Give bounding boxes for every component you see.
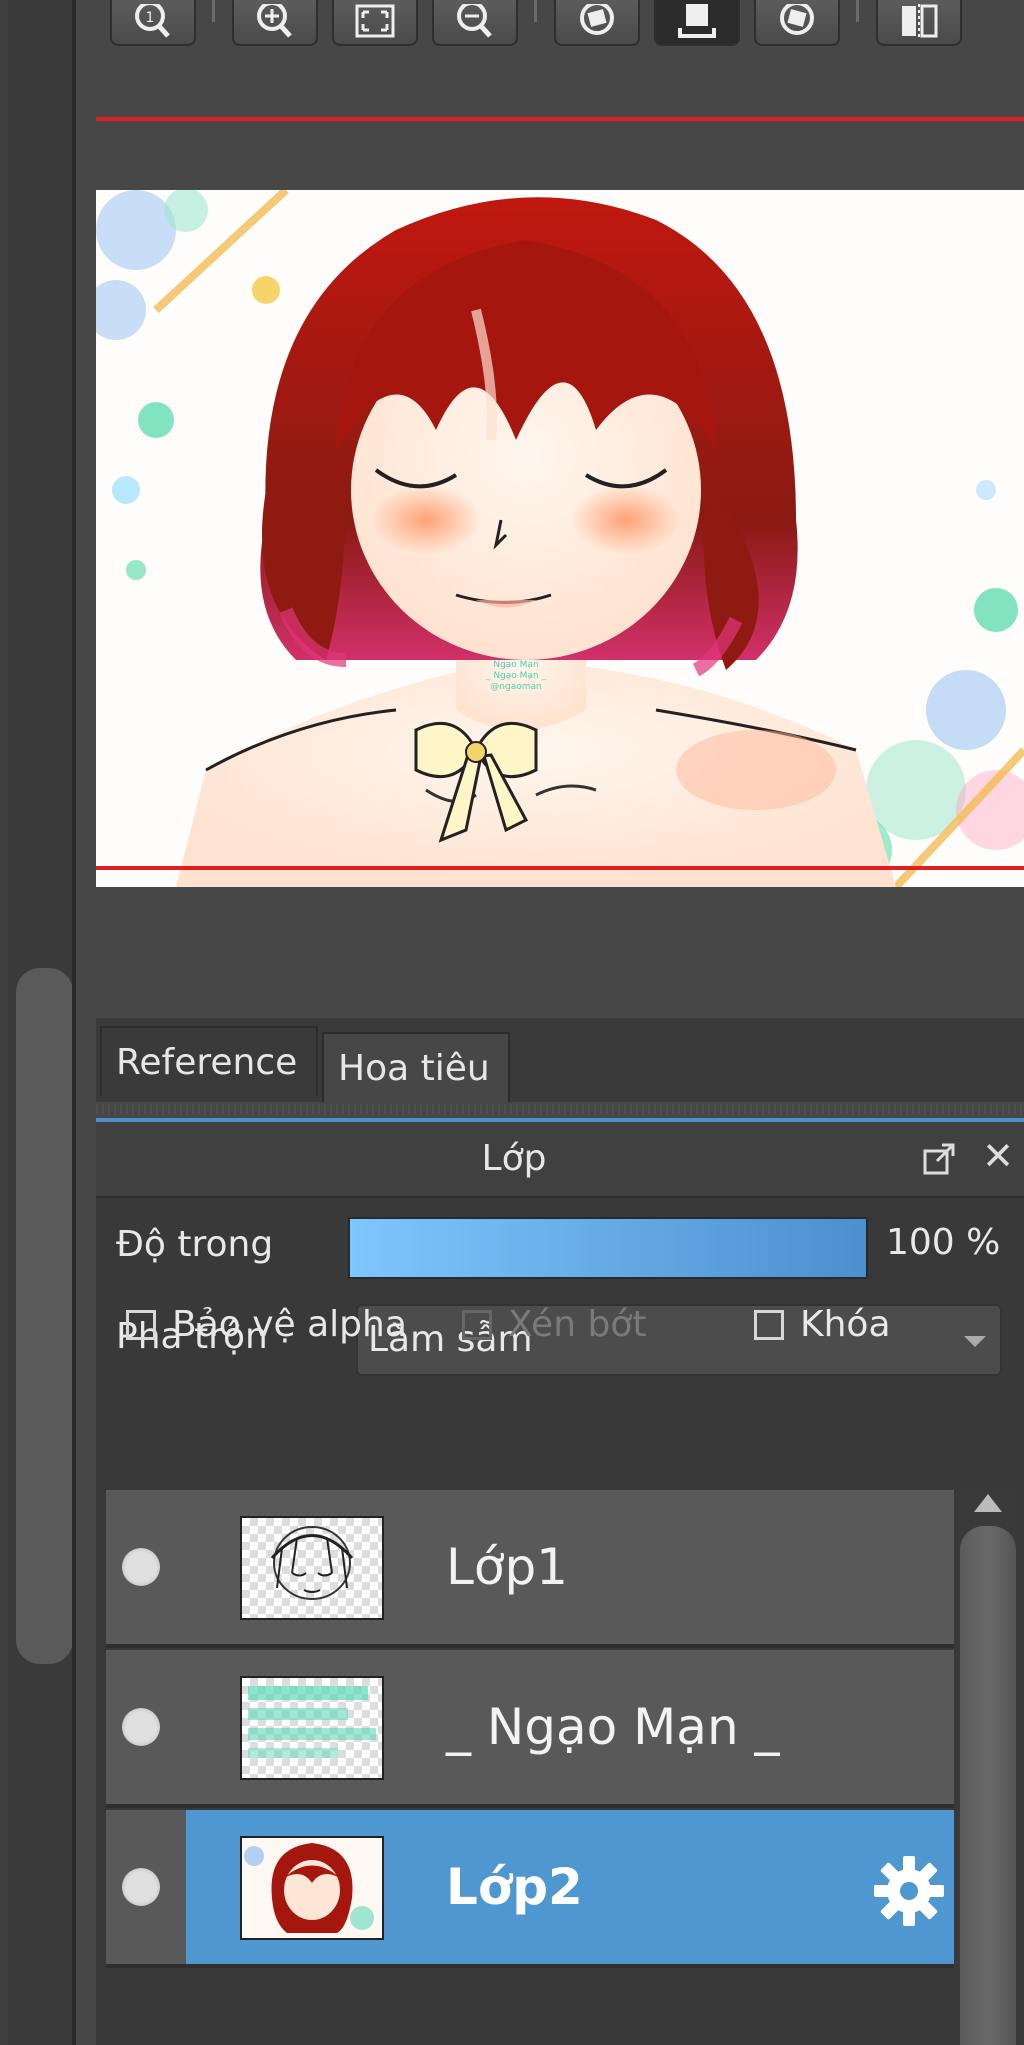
opacity-slider[interactable]: [348, 1217, 868, 1279]
tab-navigator[interactable]: Hoa tiêu: [322, 1032, 510, 1102]
zoom-in-button[interactable]: [232, 0, 318, 46]
flip-horizontal-icon: [902, 4, 938, 40]
visibility-icon[interactable]: [122, 1708, 160, 1746]
blend-mode-select[interactable]: Làm sẫm: [356, 1304, 1002, 1376]
artwork-image: [96, 190, 1024, 887]
toolbar-separator: [856, 0, 859, 22]
rotate-right-icon: [780, 4, 814, 35]
layer-row-selected[interactable]: Lớp2: [106, 1810, 954, 1968]
toolbar-separator: [534, 0, 537, 22]
close-icon[interactable]: ✕: [978, 1136, 1018, 1176]
layer-name: _ Ngạo Mạn _: [446, 1698, 780, 1756]
layer-row[interactable]: Lớp1: [106, 1490, 954, 1648]
layer-panel-title: Lớp: [481, 1138, 547, 1179]
layer-panel-header: Lớp ✕: [96, 1122, 1024, 1198]
checkbox-box[interactable]: [754, 1309, 784, 1340]
rotate-left-button[interactable]: [554, 0, 640, 46]
chevron-down-icon: [964, 1336, 986, 1347]
opacity-value: 100 %: [886, 1222, 1001, 1263]
layer-thumbnail: [240, 1676, 384, 1780]
scroll-up-icon[interactable]: [974, 1494, 1002, 1512]
flip-horizontal-button[interactable]: [876, 0, 962, 46]
zoom-out-button[interactable]: [432, 0, 518, 46]
zoom-actual-button[interactable]: 1: [110, 0, 196, 46]
layer-list-scrollbar[interactable]: [958, 1490, 1018, 2045]
toolbar-separator: [212, 0, 215, 22]
guide-line-top: [96, 117, 1024, 121]
guide-line-bottom: [96, 866, 1024, 870]
clip-checkbox: Xén bớt: [462, 1304, 646, 1345]
rotate-right-button[interactable]: [754, 0, 840, 46]
gear-icon[interactable]: [872, 1854, 946, 1928]
alpha-protect-checkbox[interactable]: Bảo vệ alpha: [126, 1304, 407, 1345]
svg-text:1: 1: [146, 10, 155, 26]
drawing-canvas[interactable]: Ngạo Mạn _ Ngạo Mạn _ @ngaoman: [96, 190, 1024, 887]
checkbox-label: Khóa: [800, 1304, 891, 1345]
zoom-out-icon: [457, 4, 492, 38]
opacity-label: Độ trong: [116, 1224, 274, 1265]
layer-row[interactable]: _ Ngạo Mạn _: [106, 1650, 954, 1808]
rotate-left-icon: [580, 4, 614, 35]
checkbox-box[interactable]: [126, 1309, 156, 1340]
scrollbar-thumb[interactable]: [960, 1526, 1016, 2045]
fit-screen-button[interactable]: [332, 0, 418, 46]
reset-rotation-icon: [678, 4, 716, 38]
watermark-text: Ngạo Mạn _ Ngạo Mạn _ @ngaoman: [485, 660, 547, 692]
fit-screen-icon: [355, 4, 395, 38]
layer-thumbnail: [240, 1516, 384, 1620]
left-scrollbar-thumb[interactable]: [16, 968, 73, 1664]
zoom-in-icon: [257, 4, 292, 38]
view-toolbar: 1: [96, 0, 1024, 58]
visibility-icon[interactable]: [122, 1868, 160, 1906]
dock-edge: [72, 0, 76, 2045]
popout-icon[interactable]: [922, 1142, 956, 1176]
checkbox-label: Xén bớt: [508, 1304, 647, 1345]
reset-rotation-button[interactable]: [654, 0, 740, 46]
zoom-actual-icon: 1: [135, 4, 170, 38]
left-dock: [0, 0, 76, 2045]
layer-thumbnail: [240, 1836, 384, 1940]
checkbox-box: [462, 1309, 492, 1340]
lock-checkbox[interactable]: Khóa: [754, 1304, 891, 1345]
dock-splitter[interactable]: [96, 1104, 1024, 1114]
checkbox-label: Bảo vệ alpha: [172, 1304, 407, 1345]
layer-name: Lớp2: [446, 1858, 583, 1916]
visibility-icon[interactable]: [122, 1548, 160, 1586]
layer-list: Lớp1 _ Ngạo Mạn _ Lớp2: [106, 1490, 954, 2045]
layer-name: Lớp1: [446, 1538, 568, 1596]
docker-tabs: Reference Hoa tiêu: [96, 1018, 1024, 1102]
tab-reference[interactable]: Reference: [100, 1026, 318, 1096]
